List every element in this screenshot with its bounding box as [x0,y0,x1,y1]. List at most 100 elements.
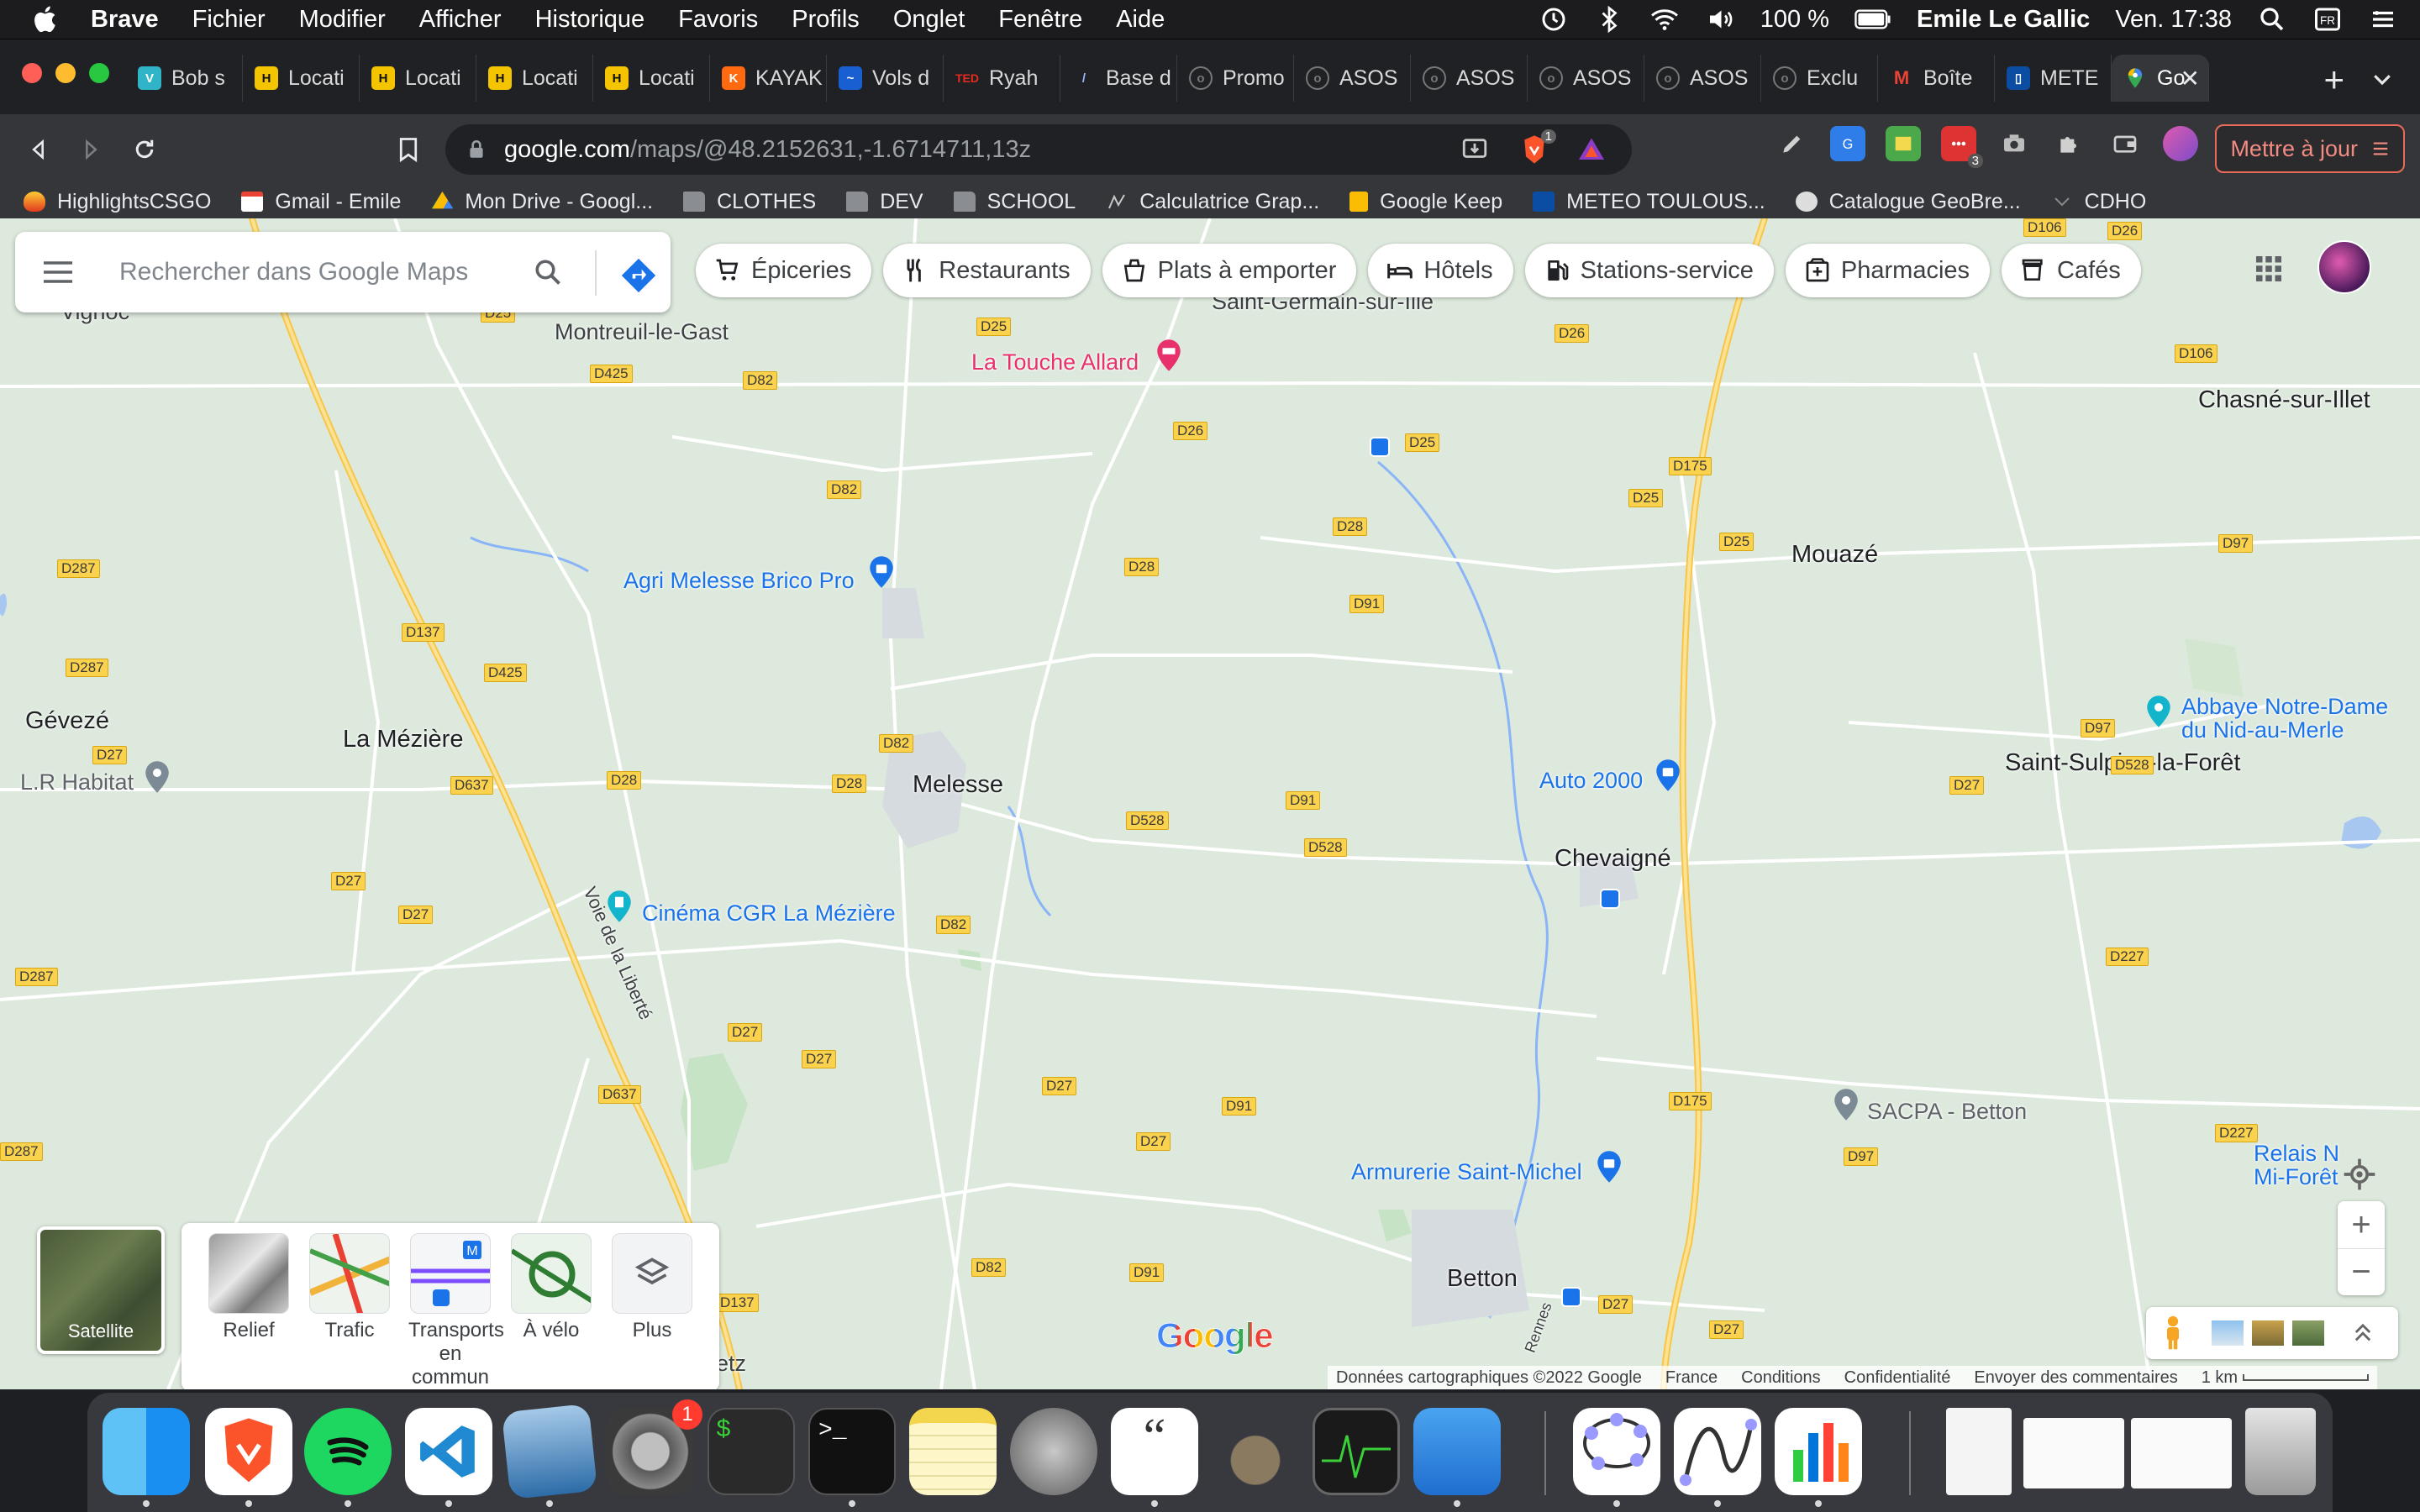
privacy-link[interactable]: Confidentialité [1844,1368,1951,1388]
chip-pharmacies[interactable]: Pharmacies [1785,244,1991,297]
bookmark-folder[interactable]: CLOTHES [683,190,816,214]
bookmark-item[interactable]: Catalogue GeoBre... [1795,190,2021,214]
tab[interactable]: TED Ryah [944,55,1060,102]
map-label-melesse[interactable]: Melesse [913,771,1003,799]
window-minimize-button[interactable] [55,63,76,83]
tab-active-google-maps[interactable]: Go ✕ [2112,55,2209,102]
notes-extension-icon[interactable] [1886,126,1921,161]
directions-icon[interactable] [620,257,657,294]
map-poi-relais-line2[interactable]: Mi-Forêt [2254,1164,2338,1190]
menu-onglet[interactable]: Onglet [893,6,965,34]
menu-hamburger-icon[interactable] [42,260,74,284]
map-poi-la-touche-allard[interactable]: La Touche Allard [971,349,1139,375]
map-label-chevaigne[interactable]: Chevaigné [1555,845,1671,873]
menu-aide[interactable]: Aide [1116,6,1165,34]
search-icon[interactable] [533,257,563,287]
hotel-pin-icon[interactable] [1156,339,1181,371]
battery-icon[interactable] [1854,4,1891,34]
bookmark-folder[interactable]: SCHOOL [953,190,1076,214]
chip-restaurants[interactable]: Restaurants [883,244,1091,297]
bluetooth-icon[interactable] [1594,4,1624,34]
layer-velo[interactable]: À vélo [509,1233,593,1342]
dock-terminal[interactable]: >_ [808,1408,896,1495]
volume-icon[interactable] [1705,4,1735,34]
tab[interactable]: o Exclu [1761,55,1878,102]
dock-activity-monitor[interactable] [1313,1408,1400,1495]
maps-search-input[interactable] [119,254,506,291]
dock-recent-doc[interactable] [2131,1418,2232,1488]
tab[interactable]: M Boîte [1878,55,1995,102]
place-pin-icon[interactable] [1833,1089,1859,1121]
dock-trash[interactable] [2245,1408,2316,1495]
brave-rewards-icon[interactable] [1576,134,1607,165]
expand-chevron-icon[interactable] [2351,1320,2375,1344]
dock-gimp[interactable] [1212,1408,1299,1495]
bookmark-item[interactable]: Calculatrice Grap... [1106,190,1319,214]
map-poi-abbaye-line1[interactable]: Abbaye Notre-Dame [2181,694,2388,720]
back-button[interactable] [20,131,57,168]
update-button[interactable]: Mettre à jour [2215,124,2405,173]
menubar-clock[interactable]: Ven. 17:38 [2115,6,2232,34]
shopping-pin-icon[interactable] [869,556,894,588]
chip-plats-a-emporter[interactable]: Plats à emporter [1102,244,1357,297]
tab[interactable]: ~ Vols d [827,55,944,102]
satellite-toggle[interactable]: Satellite [37,1226,165,1354]
tab[interactable]: / Base d [1060,55,1177,102]
dock-brave[interactable] [205,1408,292,1495]
feedback-link[interactable]: Envoyer des commentaires [1974,1368,2177,1388]
train-station-icon[interactable] [1561,1287,1581,1307]
map-label-betton[interactable]: Betton [1447,1265,1518,1293]
map-poi-abbaye-line2[interactable]: du Nid-au-Merle [2181,717,2344,743]
map-label-etz[interactable]: etz [716,1351,746,1377]
tab[interactable]: o ASOS [1411,55,1528,102]
chip-epiceries[interactable]: Épiceries [696,244,872,297]
dock-numbers[interactable] [1775,1408,1862,1495]
map-poi-cinema-cgr[interactable]: Cinéma CGR La Mézière [642,900,896,927]
map-poi-sacpa[interactable]: SACPA - Betton [1867,1099,2027,1125]
tab-search-chevron-icon[interactable] [2370,66,2395,92]
dock-recent-doc[interactable] [2023,1418,2124,1488]
tab[interactable]: ▯ METE [1995,55,2112,102]
forward-button[interactable] [72,131,109,168]
brave-shields-button[interactable]: 1 [1518,129,1556,166]
tab[interactable]: V Bob s [126,55,243,102]
map-label-montreuil[interactable]: Montreuil-le-Gast [555,319,729,345]
google-apps-grid-icon[interactable] [2254,254,2284,284]
tab[interactable]: H Locati [243,55,360,102]
shopping-pin-icon[interactable] [1597,1151,1622,1183]
menu-fichier[interactable]: Fichier [192,6,266,34]
wifi-icon[interactable] [1649,4,1680,34]
control-center-icon[interactable] [2368,4,2398,34]
layer-plus[interactable]: Plus [610,1233,694,1342]
dock-script-editor[interactable]: “ [1111,1408,1198,1495]
tab[interactable]: o Promo [1177,55,1294,102]
chip-cafes[interactable]: Cafés [2002,244,2141,297]
time-machine-icon[interactable] [1539,4,1569,34]
address-bar[interactable]: google.com/maps/@48.2152631,-1.6714711,1… [445,124,1632,175]
menu-app-name[interactable]: Brave [91,6,159,34]
dock-geogebra[interactable] [1674,1408,1761,1495]
menu-historique[interactable]: Historique [535,6,645,34]
map-poi-lr-habitat[interactable]: L.R Habitat [20,769,134,795]
shopping-pin-icon[interactable] [1655,759,1681,791]
tab[interactable]: o ASOS [1294,55,1411,102]
dock-launchpad[interactable] [1010,1408,1097,1495]
map-poi-auto-2000[interactable]: Auto 2000 [1539,768,1643,794]
layer-transports[interactable]: M Transports en commun [408,1233,504,1389]
spotlight-search-icon[interactable] [2257,4,2287,34]
dock-spotify[interactable] [304,1408,392,1495]
map-label-la-meziere[interactable]: La Mézière [343,726,463,753]
street-view-thumb[interactable] [2292,1320,2324,1346]
dock-geogebra-classic[interactable]: CLASSIC [1573,1408,1734,1495]
reload-button[interactable] [126,131,163,168]
landmark-pin-icon[interactable] [2146,696,2171,727]
account-avatar[interactable] [2317,240,2371,294]
tab-close-icon[interactable]: ✕ [2181,65,2200,92]
region-link[interactable]: France [1665,1368,1718,1388]
profile-avatar-icon[interactable] [2163,126,2198,161]
map-canvas[interactable]: Vignoc Montreuil-le-Gast La Touche Allar… [0,218,2420,1389]
new-tab-button[interactable]: + [2323,60,2344,100]
bookmark-page-button[interactable] [390,131,427,168]
window-close-button[interactable] [22,63,42,83]
street-view-thumb[interactable] [2212,1320,2244,1346]
